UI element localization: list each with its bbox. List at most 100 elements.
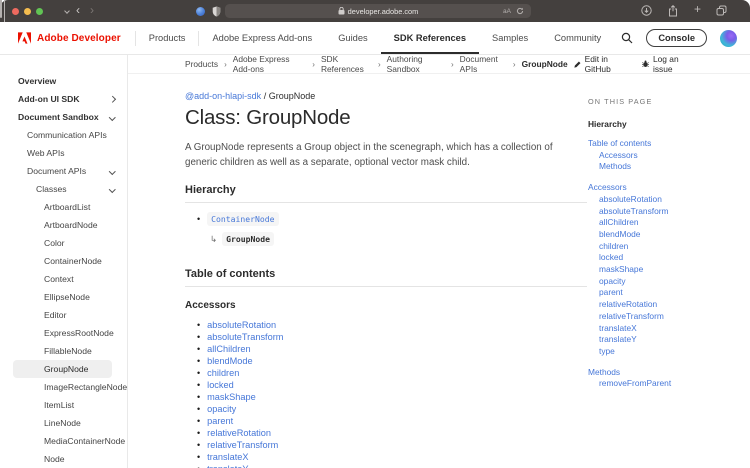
zoom-window-button[interactable] — [36, 7, 43, 15]
search-icon[interactable] — [621, 32, 633, 44]
breadcrumb-adobe-express-add-ons[interactable]: Adobe Express Add-ons — [233, 54, 307, 74]
accessor-link[interactable]: parent — [207, 416, 233, 426]
sidebar-toggle-icon[interactable] — [0, 0, 2, 18]
otp-accessor-link[interactable]: maskShape — [588, 264, 743, 276]
sidebar-item-artboardnode[interactable]: ArtboardNode — [0, 216, 127, 234]
nav-products[interactable]: Products — [136, 22, 199, 54]
sidebar-item-document-sandbox[interactable]: Document Sandbox — [0, 108, 127, 126]
sidebar-item-itemlist[interactable]: ItemList — [0, 396, 127, 414]
nav-samples[interactable]: Samples — [479, 22, 541, 54]
otp-accessor-link[interactable]: translateX — [588, 323, 743, 335]
sidebar-item-mediacontainernode[interactable]: MediaContainerNode — [0, 432, 127, 450]
translate-icon[interactable]: aA — [503, 8, 511, 15]
otp-accessor-link[interactable]: translateY — [588, 334, 743, 346]
sidebar-item-web-apis[interactable]: Web APIs — [0, 144, 127, 162]
list-item: • opacity — [197, 403, 587, 415]
back-icon[interactable]: ‹ — [76, 3, 80, 17]
sidebar-item-containernode[interactable]: ContainerNode — [0, 252, 127, 270]
breadcrumb-sdk-references[interactable]: SDK References — [321, 54, 372, 74]
share-icon[interactable] — [668, 5, 678, 17]
sidebar-caret-icon[interactable] — [64, 8, 70, 14]
accessor-link[interactable]: relativeTransform — [207, 440, 278, 450]
sidebar-item-communication-apis[interactable]: Communication APIs — [0, 126, 127, 144]
otp-method-link[interactable]: removeFromParent — [588, 378, 743, 390]
otp-accessor-link[interactable]: type — [588, 346, 743, 358]
accessor-link[interactable]: relativeRotation — [207, 428, 271, 438]
otp-link-accessors[interactable]: Accessors — [588, 182, 743, 194]
nav-adobe-express-add-ons[interactable]: Adobe Express Add-ons — [199, 22, 325, 54]
accessor-link[interactable]: maskShape — [207, 392, 256, 402]
otp-link-toc-methods[interactable]: Methods — [588, 161, 743, 173]
sidebar-item-overview[interactable]: Overview — [0, 72, 127, 90]
accessor-link[interactable]: allChildren — [207, 344, 250, 354]
otp-link-toc-accessors[interactable]: Accessors — [588, 150, 743, 162]
otp-accessor-link[interactable]: blendMode — [588, 229, 743, 241]
nav-sdk-references[interactable]: SDK References — [380, 22, 480, 54]
otp-accessor-link[interactable]: relativeRotation — [588, 299, 743, 311]
breadcrumb-products[interactable]: Products — [185, 59, 218, 69]
otp-accessor-link[interactable]: absoluteTransform — [588, 206, 743, 218]
accessor-link[interactable]: absoluteTransform — [207, 332, 283, 342]
accessor-link[interactable]: translateY — [207, 464, 248, 468]
sidebar-item-linenode[interactable]: LineNode — [0, 414, 127, 432]
otp-accessor-link[interactable]: children — [588, 241, 743, 253]
shield-extension-icon[interactable] — [212, 6, 221, 17]
sidebar-item-editor[interactable]: Editor — [0, 306, 127, 324]
list-bullet: • — [197, 427, 201, 438]
list-bullet: • — [197, 331, 201, 342]
minimize-window-button[interactable] — [24, 7, 31, 15]
forward-icon[interactable]: › — [90, 3, 94, 17]
otp-accessor-link[interactable]: allChildren — [588, 217, 743, 229]
sidebar-item-artboardlist[interactable]: ArtboardList — [0, 198, 127, 216]
new-tab-icon[interactable]: + — [694, 2, 701, 16]
otp-accessor-link[interactable]: locked — [588, 252, 743, 264]
sidebar-item-node[interactable]: Node — [0, 450, 127, 468]
accessor-link[interactable]: opacity — [207, 404, 236, 414]
close-window-button[interactable] — [12, 7, 19, 15]
otp-accessor-link[interactable]: absoluteRotation — [588, 194, 743, 206]
avatar[interactable] — [720, 29, 737, 47]
docs-sidebar: Overview Add-on UI SDK Document Sandbox … — [0, 55, 128, 468]
edit-in-github-button[interactable]: Edit in GitHub — [573, 54, 625, 74]
list-item: • children — [197, 367, 587, 379]
reload-icon[interactable] — [516, 7, 524, 15]
sidebar-item-imagerectanglenode[interactable]: ImageRectangleNode — [0, 378, 127, 396]
breadcrumb-document-apis[interactable]: Document APIs — [460, 54, 507, 74]
otp-link-toc[interactable]: Table of contents — [588, 138, 743, 150]
tab-overview-icon[interactable] — [716, 5, 727, 16]
otp-link-methods[interactable]: Methods — [588, 367, 743, 379]
breadcrumb-separator: › — [312, 59, 315, 69]
adobe-logo-icon — [18, 32, 31, 44]
breadcrumb-current-page: GroupNode — [521, 59, 568, 69]
address-bar[interactable]: developer.adobe.com aA — [225, 4, 531, 18]
sidebar-item-fillablenode[interactable]: FillableNode — [0, 342, 127, 360]
log-an-issue-button[interactable]: Log an issue — [641, 54, 690, 74]
sidebar-item-add-on-ui-sdk[interactable]: Add-on UI SDK — [0, 90, 127, 108]
hierarchy-parent-link[interactable]: ContainerNode — [207, 212, 279, 226]
otp-accessor-link[interactable]: relativeTransform — [588, 311, 743, 323]
nav-guides[interactable]: Guides — [325, 22, 380, 54]
accessor-link[interactable]: translateX — [207, 452, 248, 462]
sidebar-item-context[interactable]: Context — [0, 270, 127, 288]
sidebar-item-expressrootnode[interactable]: ExpressRootNode — [0, 324, 127, 342]
console-button[interactable]: Console — [646, 29, 707, 47]
chevron-down-icon — [108, 168, 115, 175]
otp-accessor-link[interactable]: opacity — [588, 276, 743, 288]
sidebar-item-ellipsenode[interactable]: EllipseNode — [0, 288, 127, 306]
sidebar-item-document-apis[interactable]: Document APIs — [0, 162, 127, 180]
sidebar-item-classes[interactable]: Classes — [0, 180, 127, 198]
accessor-link[interactable]: locked — [207, 380, 234, 390]
otp-hierarchy-current[interactable]: Hierarchy — [588, 119, 743, 129]
accessor-link[interactable]: absoluteRotation — [207, 320, 276, 330]
adobe-developer-logo[interactable]: Adobe Developer — [0, 22, 135, 54]
package-link[interactable]: @add-on-hlapi-sdk — [185, 91, 261, 101]
downloads-icon[interactable] — [641, 5, 652, 16]
extension-orb-icon[interactable] — [196, 7, 205, 16]
nav-community[interactable]: Community — [541, 22, 614, 54]
accessor-link[interactable]: blendMode — [207, 356, 252, 366]
sidebar-item-color[interactable]: Color — [0, 234, 127, 252]
sidebar-item-groupnode-active[interactable]: GroupNode — [13, 360, 112, 378]
breadcrumb-authoring-sandbox[interactable]: Authoring Sandbox — [387, 54, 445, 74]
otp-accessor-link[interactable]: parent — [588, 287, 743, 299]
accessor-link[interactable]: children — [207, 368, 239, 378]
